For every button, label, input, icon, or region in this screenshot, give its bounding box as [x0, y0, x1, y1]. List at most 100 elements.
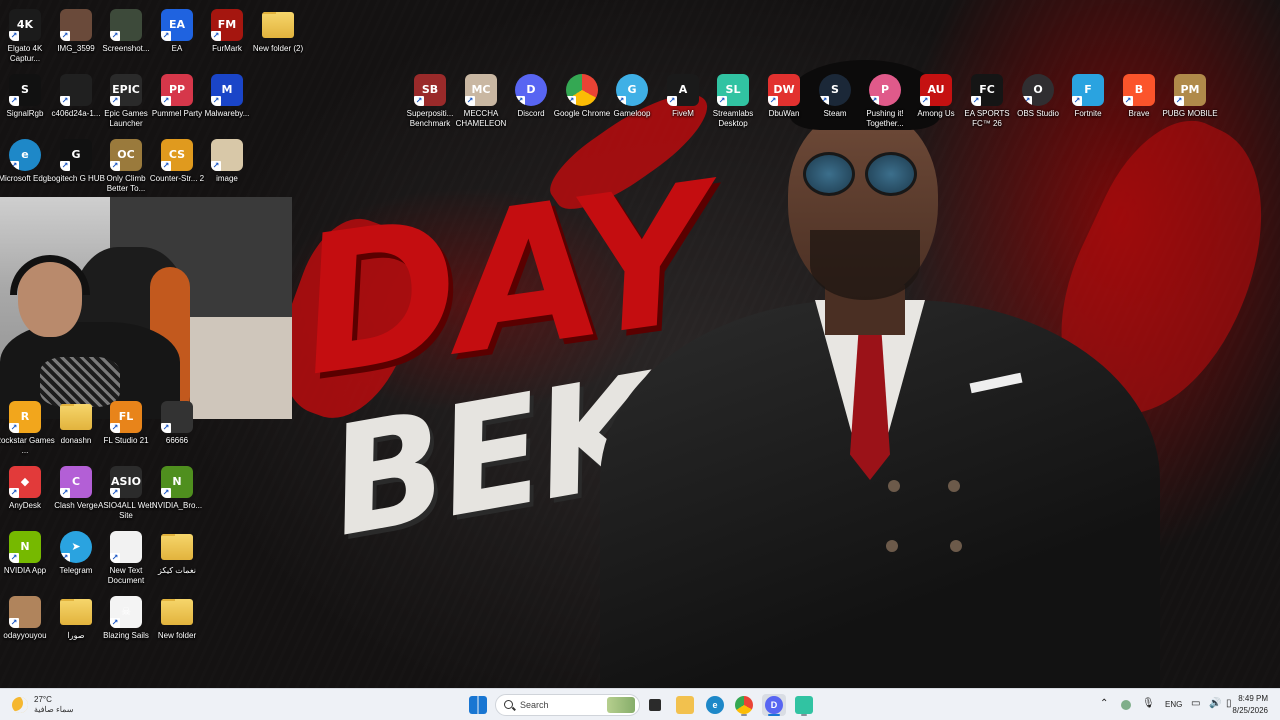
- desktop-icon[interactable]: صورا: [51, 593, 101, 659]
- desktop-icon[interactable]: SL ↗ Streamlabs Desktop: [708, 71, 758, 137]
- desktop-icon[interactable]: FC ↗ EA SPORTS FC™ 26: [962, 71, 1012, 137]
- desktop-icon[interactable]: ↗ Screenshot...: [101, 6, 151, 72]
- desktop-icon[interactable]: M ↗ Malwareby...: [202, 71, 252, 137]
- shortcut-arrow-icon: ↗: [161, 161, 171, 171]
- desktop-icon[interactable]: R ↗ Rockstar Games ...: [0, 398, 55, 464]
- among-us-icon: AU ↗: [920, 74, 952, 106]
- ea-icon: EA ↗: [161, 9, 193, 41]
- shortcut-arrow-icon: ↗: [110, 31, 120, 41]
- desktop-icon[interactable]: ASIO ↗ ASIO4ALL Web Site: [98, 463, 154, 529]
- desktop-icon[interactable]: G ↗ Logitech G HUB: [47, 136, 105, 202]
- taskbar-chrome[interactable]: [732, 694, 756, 716]
- shortcut-arrow-icon: ↗: [465, 96, 475, 106]
- microphone-icon[interactable]: 🎙: [1142, 698, 1155, 709]
- shortcut-arrow-icon: ↗: [161, 488, 171, 498]
- chevron-up-icon[interactable]: ⌃: [1100, 698, 1108, 709]
- desktop-icon[interactable]: CS ↗ Counter-Str... 2: [150, 136, 204, 202]
- shortcut-arrow-icon: ↗: [60, 553, 70, 563]
- shortcut-arrow-icon: ↗: [211, 96, 221, 106]
- folder-icon: [676, 696, 694, 714]
- taskbar-edge[interactable]: e: [703, 694, 727, 716]
- desktop-icon[interactable]: donashn: [51, 398, 101, 464]
- desktop[interactable]: DAY BEK 4K ↗ Elgato 4K Captur... ↗ IMG_3599 ↗…: [0, 0, 1280, 688]
- desktop-icon[interactable]: O ↗ OBS Studio: [1013, 71, 1063, 137]
- chrome-icon: [735, 696, 753, 714]
- shortcut-arrow-icon: ↗: [211, 161, 221, 171]
- desktop-icon[interactable]: S ↗ Steam: [810, 71, 860, 137]
- battery-icon[interactable]: ▯: [1226, 698, 1232, 709]
- desktop-icon[interactable]: N ↗ NVIDIA_Bro...: [152, 463, 202, 529]
- desktop-icon[interactable]: A ↗ FiveM: [658, 71, 708, 137]
- desktop-icon[interactable]: نغمات كيكز: [152, 528, 202, 594]
- language-indicator[interactable]: ENG: [1165, 700, 1182, 709]
- taskbar-file-explorer[interactable]: [673, 694, 697, 716]
- fivem-icon: A ↗: [667, 74, 699, 106]
- desktop-icon[interactable]: C ↗ Clash Verge: [51, 463, 101, 529]
- desktop-icon-label: نغمات كيكز: [158, 566, 196, 575]
- desktop-icon[interactable]: MC ↗ MECCHA CHAMELEON: [456, 71, 506, 137]
- desktop-icon[interactable]: DW ↗ DbuWan: [759, 71, 809, 137]
- desktop-icon[interactable]: PP ↗ Pummel Party: [152, 71, 202, 137]
- search-box[interactable]: Search: [495, 694, 640, 716]
- desktop-icon[interactable]: New folder: [152, 593, 202, 659]
- edge-icon: e: [706, 696, 724, 714]
- shortcut-arrow-icon: ↗: [667, 96, 677, 106]
- clock[interactable]: 8:49 PM 8/25/2026: [1232, 693, 1268, 717]
- desktop-icon[interactable]: N ↗ NVIDIA App: [0, 528, 50, 594]
- webcam-bed: [190, 317, 292, 419]
- desktop-icon[interactable]: 4K ↗ Elgato 4K Captur...: [0, 6, 50, 72]
- desktop-icon[interactable]: e ↗ Microsoft Edge: [0, 136, 52, 202]
- desktop-icon[interactable]: EPIC ↗ Epic Games Launcher: [101, 71, 151, 137]
- shortcut-arrow-icon: ↗: [9, 423, 19, 433]
- desktop-icon[interactable]: ↗ IMG_3599: [51, 6, 101, 72]
- desktop-icon[interactable]: ➤ ↗ Telegram: [51, 528, 101, 594]
- desktop-icon[interactable]: F ↗ Fortnite: [1063, 71, 1113, 137]
- shortcut-arrow-icon: ↗: [60, 488, 70, 498]
- clash-verge-icon: C ↗: [60, 466, 92, 498]
- desktop-icon[interactable]: ↗ odayyouyou: [0, 593, 50, 659]
- desktop-icon[interactable]: ◆ ↗ AnyDesk: [0, 463, 50, 529]
- shortcut-arrow-icon: ↗: [819, 96, 829, 106]
- desktop-icon[interactable]: S ↗ SignalRgb: [0, 71, 50, 137]
- desktop-icon[interactable]: FL ↗ FL Studio 21: [101, 398, 151, 464]
- task-view-button[interactable]: [643, 694, 667, 716]
- shortcut-arrow-icon: ↗: [1123, 96, 1133, 106]
- desktop-icon[interactable]: PM ↗ PUBG MOBILE: [1162, 71, 1218, 137]
- desktop-icon-label: PUBG MOBILE: [1162, 109, 1218, 118]
- desktop-icon-label: NVIDIA_Bro...: [151, 501, 203, 510]
- pubg-icon: PM ↗: [1174, 74, 1206, 106]
- shortcut-arrow-icon: ↗: [414, 96, 424, 106]
- desktop-icon[interactable]: B ↗ Brave: [1114, 71, 1164, 137]
- desktop-icon[interactable]: ↗ c406d24a-1...: [51, 71, 101, 137]
- desktop-icon[interactable]: New folder (2): [253, 6, 303, 72]
- shortcut-arrow-icon: ↗: [1072, 96, 1082, 106]
- pushing-it-icon: P ↗: [869, 74, 901, 106]
- shortcut-arrow-icon: ↗: [161, 423, 171, 433]
- network-status-icon[interactable]: [1121, 700, 1131, 710]
- desktop-icon[interactable]: D ↗ Discord: [506, 71, 556, 137]
- shortcut-arrow-icon: ↗: [515, 96, 525, 106]
- folder-icon: [60, 599, 92, 625]
- desktop-icon[interactable]: AU ↗ Among Us: [911, 71, 961, 137]
- desktop-icon[interactable]: OC ↗ Only Climb Better To...: [101, 136, 151, 202]
- desktop-icon[interactable]: ↗ image: [202, 136, 252, 202]
- speaker-icon[interactable]: 🔊: [1209, 698, 1221, 709]
- desktop-icon[interactable]: ↗ Google Chrome: [554, 71, 610, 137]
- shortcut-arrow-icon: ↗: [110, 488, 120, 498]
- desktop-icon[interactable]: P ↗ Pushing it! Together...: [860, 71, 910, 137]
- telegram-icon: ➤ ↗: [60, 531, 92, 563]
- desktop-icon[interactable]: EA ↗ EA: [152, 6, 202, 72]
- taskbar-discord[interactable]: D: [762, 694, 786, 716]
- desktop-icon[interactable]: SB ↗ Superpositi... Benchmark: [405, 71, 455, 137]
- shortcut-arrow-icon: ↗: [9, 161, 19, 171]
- monitor-icon[interactable]: ▭: [1191, 698, 1200, 709]
- desktop-icon[interactable]: G ↗ Gameloop: [607, 71, 657, 137]
- desktop-icon[interactable]: FM ↗ FurMark: [202, 6, 252, 72]
- taskbar-streamlabs[interactable]: [792, 694, 816, 716]
- asio-icon: ASIO ↗: [110, 466, 142, 498]
- desktop-icon[interactable]: ↗ New Text Document: [101, 528, 151, 594]
- start-button[interactable]: [466, 694, 490, 716]
- desktop-icon[interactable]: ↗ 66666: [152, 398, 202, 464]
- shortcut-arrow-icon: ↗: [566, 96, 576, 106]
- desktop-icon[interactable]: ☠ ↗ Blazing Sails: [101, 593, 151, 659]
